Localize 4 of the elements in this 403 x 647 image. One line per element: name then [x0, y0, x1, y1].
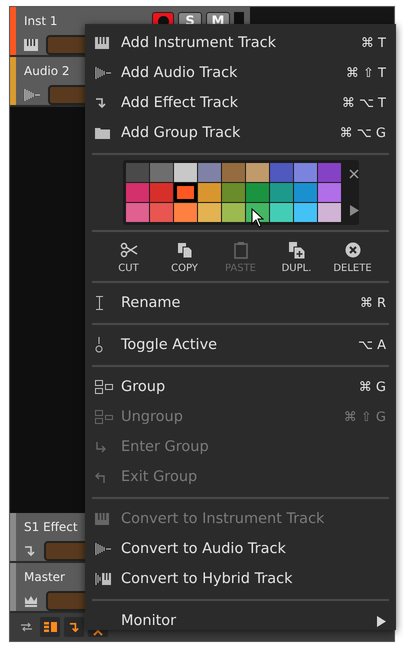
track-name: S1 Effect — [24, 520, 78, 534]
track-name: Audio 2 — [24, 64, 70, 78]
track-name: Master — [24, 570, 65, 584]
track-name: Inst 1 — [24, 14, 58, 28]
